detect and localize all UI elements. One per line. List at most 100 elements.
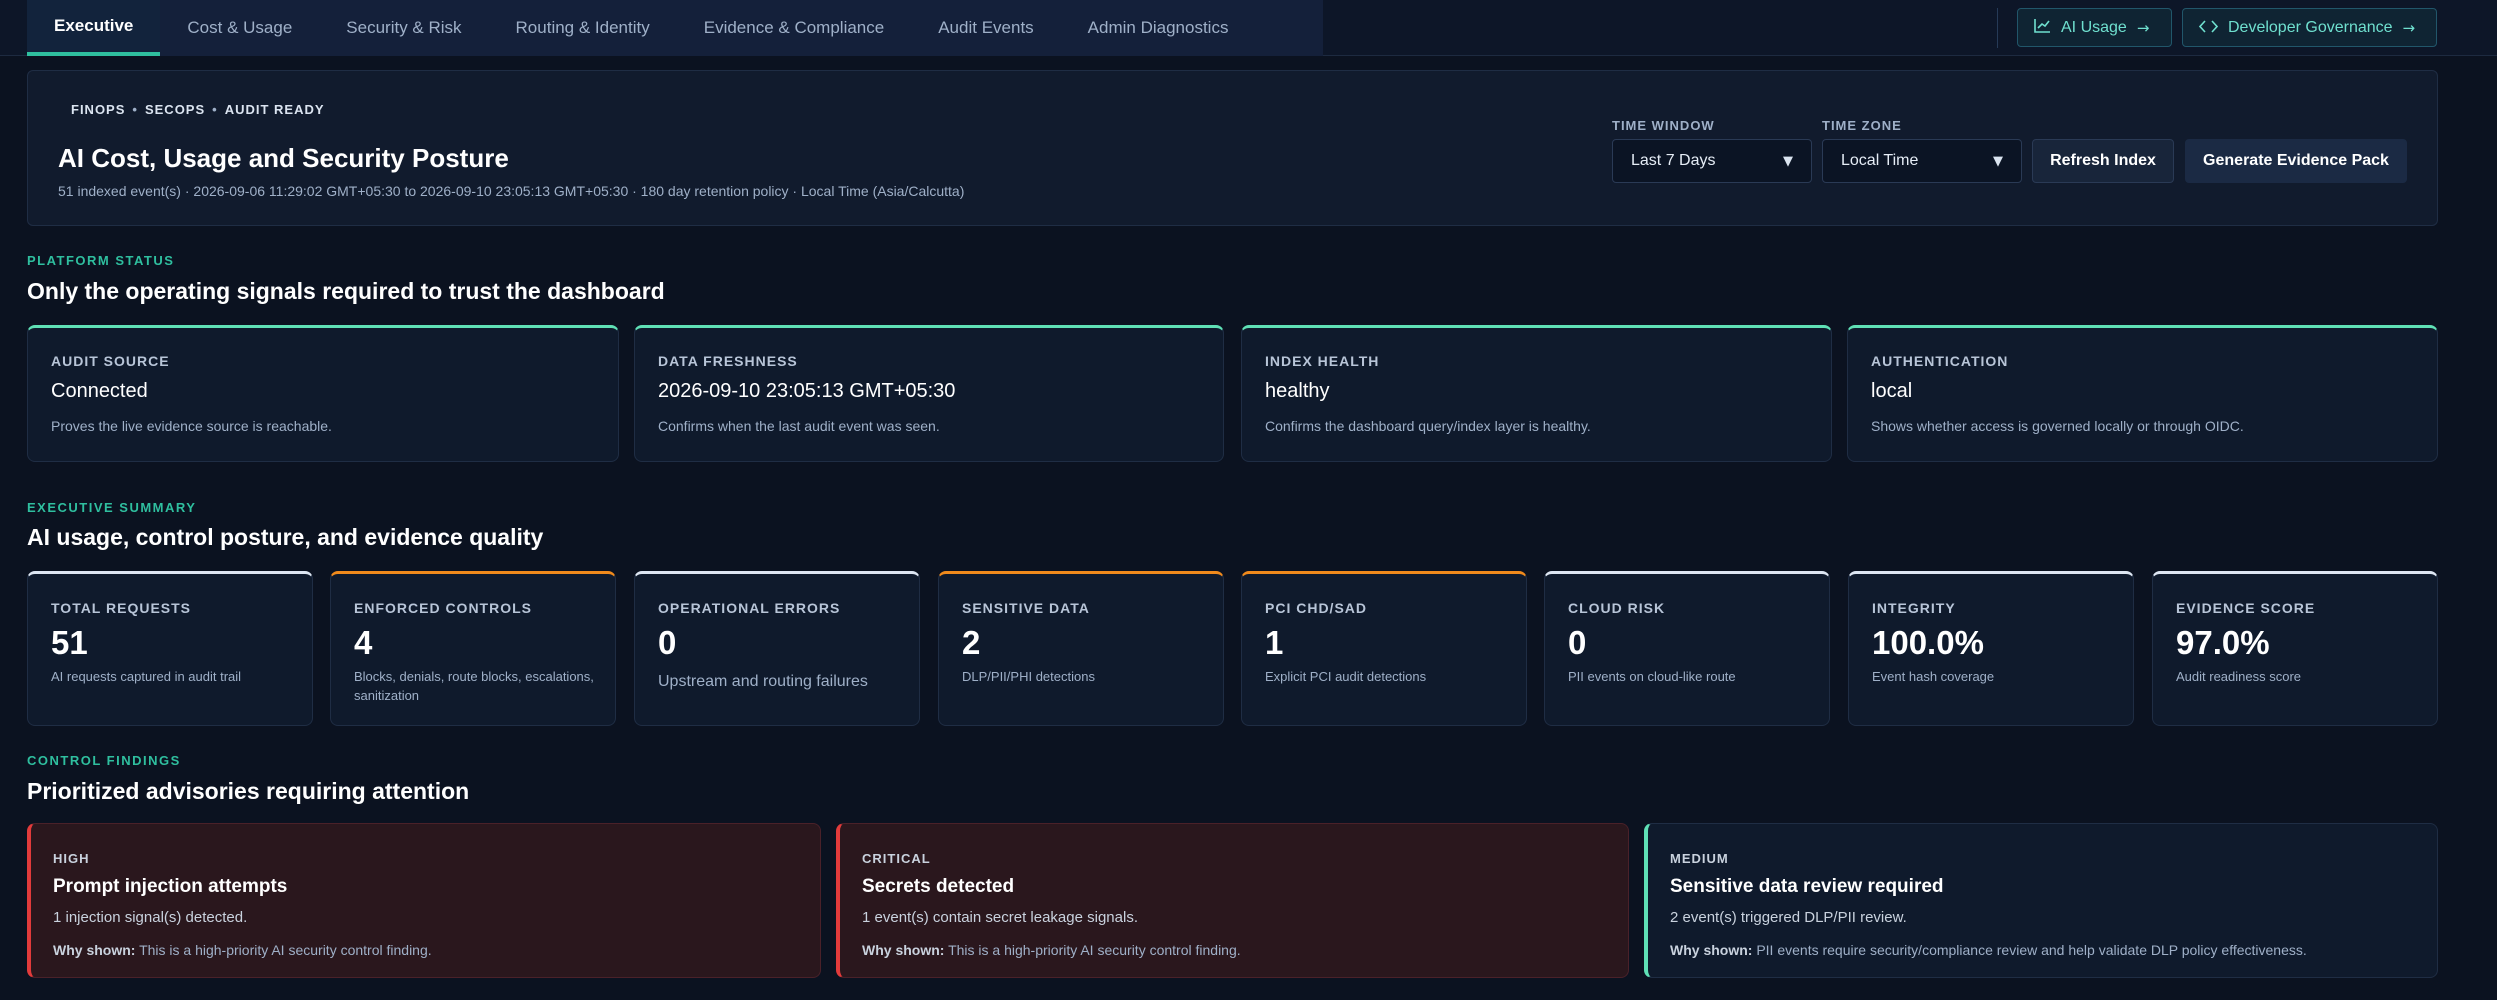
card-description: Confirms the dashboard query/index layer… [1265,418,1591,434]
metric-card-pci: PCI CHD/SAD 1 Explicit PCI audit detecti… [1241,571,1527,726]
executive-summary-title: AI usage, control posture, and evidence … [27,524,544,550]
card-label: AUDIT SOURCE [51,353,170,369]
ai-usage-label: AI Usage [2061,18,2127,36]
card-label: PCI CHD/SAD [1265,600,1368,616]
tab-routing-identity[interactable]: Routing & Identity [489,0,677,56]
card-value: 1 [1265,624,1284,661]
metric-card-sensitive-data: SENSITIVE DATA 2 DLP/PII/PHI detections [938,571,1224,726]
metric-card-operational-errors: OPERATIONAL ERRORS 0 Upstream and routin… [634,571,920,726]
metric-card-evidence-score: EVIDENCE SCORE 97.0% Audit readiness sco… [2152,571,2438,726]
why-shown-text: This is a high-priority AI security cont… [139,942,432,958]
tab-audit-events[interactable]: Audit Events [911,0,1060,56]
card-label: TOTAL REQUESTS [51,600,192,616]
platform-status-title: Only the operating signals required to t… [27,278,665,304]
header-card: FINOPS • SECOPS • AUDIT READY AI Cost, Usage… [27,70,2438,226]
page-title: AI Cost, Usage and Security Posture [58,143,509,173]
tab-executive[interactable]: Executive [27,0,161,56]
card-label: DATA FRESHNESS [658,353,798,369]
tab-evidence-compliance[interactable]: Evidence & Compliance [677,0,911,56]
card-value: 2026-09-10 23:05:13 GMT+05:30 [658,380,956,402]
finding-description: 1 injection signal(s) detected. [53,909,248,926]
card-value: 0 [658,624,677,661]
metric-card-total-requests: TOTAL REQUESTS 51 AI requests captured i… [27,571,313,726]
card-label: INDEX HEALTH [1265,353,1380,369]
finding-card-prompt-injection[interactable]: HIGH Prompt injection attempts 1 injecti… [27,823,821,978]
tag-finops: FINOPS [71,102,126,117]
index-summary: 51 indexed event(s) · 2026-09-06 11:29:0… [58,183,965,199]
platform-status-eyebrow: PLATFORM STATUS [27,253,175,268]
card-value: healthy [1265,380,1330,402]
card-description: Audit readiness score [2176,669,2302,684]
chart-line-icon [2034,18,2051,38]
card-label: EVIDENCE SCORE [2176,600,2316,616]
card-description: AI requests captured in audit trail [51,669,242,684]
why-shown-label: Why shown: [1670,942,1753,958]
severity-badge: MEDIUM [1670,851,1729,866]
time-window-value: Last 7 Days [1631,152,1716,169]
why-shown-label: Why shown: [862,942,945,958]
tag-audit-ready: AUDIT READY [224,102,325,117]
arrow-right-icon: → [2402,18,2416,37]
header-tags: FINOPS • SECOPS • AUDIT READY [71,102,325,117]
card-value: local [1871,380,1913,402]
arrow-right-icon: → [2136,18,2150,37]
finding-card-sensitive-data-review[interactable]: MEDIUM Sensitive data review required 2 … [1644,823,2438,978]
finding-card-secrets-detected[interactable]: CRITICAL Secrets detected 1 event(s) con… [836,823,1629,978]
metric-card-cloud-risk: CLOUD RISK 0 PII events on cloud-like ro… [1544,571,1830,726]
time-window-select[interactable]: Last 7 Days ▼ [1612,139,1812,183]
why-shown-text: PII events require security/compliance r… [1756,942,2307,958]
tab-admin-diagnostics[interactable]: Admin Diagnostics [1061,0,1256,56]
finding-description: 1 event(s) contain secret leakage signal… [862,909,1138,926]
card-value: 97.0% [2176,624,2270,661]
card-description: DLP/PII/PHI detections [962,669,1095,684]
card-label: SENSITIVE DATA [962,600,1090,616]
executive-summary-eyebrow: EXECUTIVE SUMMARY [27,500,197,515]
card-description: Proves the live evidence source is reach… [51,418,332,434]
control-findings-eyebrow: CONTROL FINDINGS [27,753,181,768]
chevron-down-icon: ▼ [1783,153,1793,169]
status-card-authentication: AUTHENTICATION local Shows whether acces… [1847,325,2438,462]
card-description: Blocks, denials, route blocks, escalatio… [354,669,594,703]
generate-evidence-pack-button[interactable]: Generate Evidence Pack [2185,139,2407,183]
metric-card-integrity: INTEGRITY 100.0% Event hash coverage [1848,571,2134,726]
refresh-index-button[interactable]: Refresh Index [2032,139,2174,183]
finding-title: Secrets detected [862,876,1015,897]
severity-badge: CRITICAL [862,851,931,866]
card-value: 4 [354,624,373,661]
card-description: Explicit PCI audit detections [1265,669,1427,684]
tab-security-risk[interactable]: Security & Risk [319,0,488,56]
card-description: Event hash coverage [1872,669,1995,684]
card-label: OPERATIONAL ERRORS [658,600,841,616]
developer-governance-button[interactable]: Developer Governance → [2182,8,2437,47]
code-icon [2198,18,2219,38]
status-card-audit-source: AUDIT SOURCE Connected Proves the live e… [27,325,619,462]
time-zone-value: Local Time [1841,152,1919,169]
card-label: CLOUD RISK [1568,600,1666,616]
card-label: INTEGRITY [1872,600,1956,616]
time-zone-select[interactable]: Local Time ▼ [1822,139,2022,183]
status-card-data-freshness: DATA FRESHNESS 2026-09-10 23:05:13 GMT+0… [634,325,1224,462]
developer-governance-label: Developer Governance [2228,18,2393,36]
finding-title: Sensitive data review required [1670,876,1944,897]
finding-why-shown: Why shown: PII events require security/c… [1670,942,2307,958]
nav-divider [1997,8,1998,48]
top-navigation: Executive Cost & Usage Security & Risk R… [0,0,2497,56]
time-window-label: TIME WINDOW [1612,118,1715,133]
finding-description: 2 event(s) triggered DLP/PII review. [1670,909,1907,926]
control-findings-title: Prioritized advisories requiring attenti… [27,778,470,804]
status-card-index-health: INDEX HEALTH healthy Confirms the dashbo… [1241,325,1832,462]
finding-why-shown: Why shown: This is a high-priority AI se… [53,942,432,958]
card-description: Upstream and routing failures [658,673,868,690]
chevron-down-icon: ▼ [1993,153,2003,169]
card-value: 100.0% [1872,624,1984,661]
card-label: AUTHENTICATION [1871,353,2009,369]
metric-card-enforced-controls: ENFORCED CONTROLS 4 Blocks, denials, rou… [330,571,616,726]
finding-title: Prompt injection attempts [53,876,288,897]
tab-cost-usage[interactable]: Cost & Usage [160,0,319,56]
tag-secops: SECOPS [144,102,206,117]
card-description: PII events on cloud-like route [1568,669,1736,684]
card-description: Shows whether access is governed locally… [1871,418,2244,434]
ai-usage-button[interactable]: AI Usage → [2017,8,2172,47]
card-value: 51 [51,624,88,661]
card-label: ENFORCED CONTROLS [354,600,532,616]
